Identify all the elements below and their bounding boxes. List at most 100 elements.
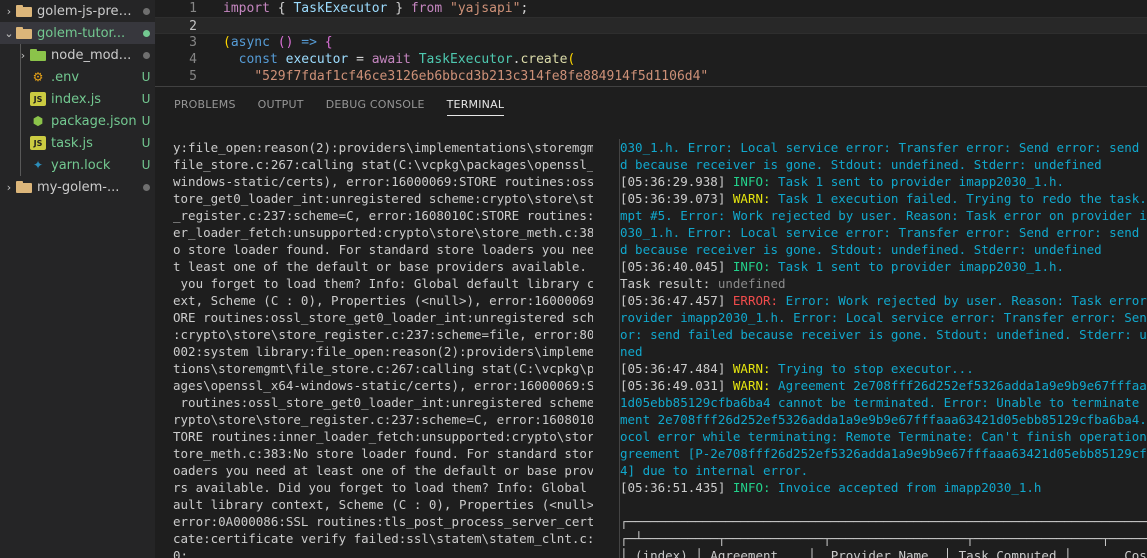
terminal-segment: Task 1 execution failed. Trying to redo … xyxy=(778,191,1147,206)
terminal-line: d because receiver is gone. Stdout: unde… xyxy=(620,156,1147,173)
terminal-line: cate:certificate verify failed:ssl\state… xyxy=(173,531,593,546)
tab-debug-console[interactable]: DEBUG CONSOLE xyxy=(326,87,425,121)
punctuation: { xyxy=(269,1,294,16)
terminal-line: :crypto\store\store_register.c:237:schem… xyxy=(173,327,593,342)
explorer-item[interactable]: ⌄ golem-tutor... xyxy=(0,22,155,44)
terminal-line: │ (index) │ Agreement │ Provider Name │ … xyxy=(620,547,1147,558)
explorer-item[interactable]: › golem-js-preview... xyxy=(0,0,155,22)
tab-problems[interactable]: PROBLEMS xyxy=(174,87,236,121)
terminal-segment: WARN: xyxy=(732,191,779,206)
keyword-await: await xyxy=(371,52,411,67)
explorer-sidebar: › golem-js-preview... ⌄ golem-tutor... › node… xyxy=(0,0,155,558)
code-line-1[interactable]: 1 import { TaskExecutor } from "yajsapi"… xyxy=(155,0,1147,17)
explorer-item[interactable]: ✦ yarn.lock U xyxy=(0,154,155,176)
function-create: create xyxy=(520,52,568,67)
indent-guide xyxy=(20,132,21,154)
explorer-item-label: golem-tutor... xyxy=(37,25,126,41)
indent-guide xyxy=(20,88,21,110)
indent-guide xyxy=(20,66,21,88)
panel-tabs: PROBLEMS OUTPUT DEBUG CONSOLE TERMINAL xyxy=(155,87,1147,121)
yarn-icon: ✦ xyxy=(32,158,44,172)
terminal-line: you forget to load them? Info: Global de… xyxy=(173,276,593,291)
terminal-segment: [05:36:51.435] xyxy=(620,480,733,495)
terminal-line: greement [P-2e708fff26d252ef5326adda1a9e… xyxy=(620,445,1147,462)
tab-output[interactable]: OUTPUT xyxy=(258,87,304,121)
terminal-line: or: send failed because receiver is gone… xyxy=(620,326,1147,343)
punctuation: = xyxy=(348,52,372,67)
terminal-segment: ocol error while terminating: Remote Ter… xyxy=(620,429,1147,444)
terminal-segment: greement [P-2e708fff26d252ef5326adda1a9e… xyxy=(620,446,1147,461)
terminal-line: ages\openssl_x64-windows-static/certs), … xyxy=(173,378,593,393)
terminal-line: er_loader_fetch:unsupported:crypto\store… xyxy=(173,225,593,240)
terminal-segment: [05:36:47.484] xyxy=(620,361,733,376)
brace: { xyxy=(316,35,333,50)
terminal-line: _register.c:237:scheme=C, error:1608010C… xyxy=(173,208,593,223)
terminal-line: windows-static/certs), error:16000069:ST… xyxy=(173,174,593,189)
terminal-line: y:file_open:reason(2):providers\implemen… xyxy=(173,140,593,155)
line-number: 2 xyxy=(189,19,197,34)
git-status-dot xyxy=(137,4,155,19)
explorer-item[interactable]: ⚙ .env U xyxy=(0,66,155,88)
nodejs-icon: ⬢ xyxy=(32,114,44,128)
import-name: TaskExecutor xyxy=(293,1,388,16)
terminal-line: TORE routines:inner_loader_fetch:unsuppo… xyxy=(173,429,593,444)
line-number: 3 xyxy=(189,35,197,50)
explorer-item-label: node_mod... xyxy=(51,47,132,63)
git-status-badge: U xyxy=(141,136,151,150)
explorer-item-label: .env xyxy=(51,69,80,85)
terminal-segment: INFO: xyxy=(732,480,779,495)
terminal-segment: Task 1 sent to provider imapp2030_1.h. xyxy=(778,174,1065,189)
keyword-const: const xyxy=(238,52,278,67)
code-line-5[interactable]: 5 "529f7fdaf1cf46ce3126eb6bbcd3b213c314f… xyxy=(155,68,1147,85)
terminal-segment: WARN: xyxy=(732,361,779,376)
code-line-4[interactable]: 4 const executor = await TaskExecutor.cr… xyxy=(155,51,1147,68)
terminal-line: ext, Scheme (C : 0), Properties (<null>)… xyxy=(173,293,593,308)
arrow: => xyxy=(301,35,317,50)
terminal-segment: ned xyxy=(620,344,643,359)
terminal-segment: [05:36:40.045] xyxy=(620,259,733,274)
explorer-item[interactable]: ⬢ package.json U xyxy=(0,110,155,132)
gear-icon: ⚙ xyxy=(32,70,44,84)
code-line-3[interactable]: 3 (async () => { xyxy=(155,34,1147,51)
git-status-badge: U xyxy=(141,158,151,172)
chevron-right-icon: › xyxy=(6,180,12,194)
code-editor[interactable]: 1 import { TaskExecutor } from "yajsapi"… xyxy=(155,0,1147,86)
terminal-segment: Task result: xyxy=(620,276,718,291)
module-string: "yajsapi" xyxy=(450,1,521,16)
folder-icon xyxy=(16,27,32,39)
terminal-segment: Error: Work rejected by user. Reason: Ta… xyxy=(785,293,1147,308)
git-status-badge: U xyxy=(141,70,151,84)
terminal-left[interactable]: y:file_open:reason(2):providers\implemen… xyxy=(173,139,593,558)
folder-icon xyxy=(16,5,32,17)
terminal-line: ORE routines:ossl_store_get0_loader_int:… xyxy=(173,310,593,325)
paren: () xyxy=(269,35,302,50)
terminal-right[interactable]: 030_1.h. Error: Local service error: Tra… xyxy=(619,139,1147,558)
terminal-line: ┌─┴──────────┬─────────────┬────────────… xyxy=(620,530,1147,547)
explorer-item[interactable]: › node_mod... xyxy=(0,44,155,66)
chevron-right-icon: › xyxy=(6,4,12,18)
terminal-line: 030_1.h. Error: Local service error: Tra… xyxy=(620,224,1147,241)
terminal-line: Task result: undefined xyxy=(620,275,1147,292)
terminal-line: file_store.c:267:calling stat(C:\vcpkg\p… xyxy=(173,157,593,172)
terminal-segment: Agreement 2e708fff26d252ef5326adda1a9e9b… xyxy=(778,378,1147,393)
explorer-item[interactable]: › my-golem-... xyxy=(0,176,155,198)
terminal-segment: [05:36:29.938] xyxy=(620,174,733,189)
terminal-line: rovider imapp2030_1.h. Error: Local serv… xyxy=(620,309,1147,326)
explorer-item-label: task.js xyxy=(51,135,93,151)
explorer-item[interactable]: JS index.js U xyxy=(0,88,155,110)
line-number: 5 xyxy=(189,69,197,84)
js-file-icon: JS xyxy=(30,92,46,106)
terminal-line: 0: xyxy=(173,548,189,558)
terminal-segment: mpt #5. Error: Work rejected by user. Re… xyxy=(620,208,1147,223)
terminal-line: tore_meth.c:383:No store loader found. F… xyxy=(173,446,593,461)
terminal-line: rypto\store\store_register.c:237:scheme=… xyxy=(173,412,593,427)
explorer-item-label: my-golem-... xyxy=(37,179,120,195)
punctuation: } xyxy=(387,1,411,16)
tab-terminal[interactable]: TERMINAL xyxy=(446,87,505,121)
code-line-2[interactable]: 2 xyxy=(155,17,1147,34)
line-number: 4 xyxy=(189,52,197,67)
terminal-line: 030_1.h. Error: Local service error: Tra… xyxy=(620,139,1147,156)
paren: ( xyxy=(567,52,576,67)
explorer-item[interactable]: JS task.js U xyxy=(0,132,155,154)
terminal-line: ocol error while terminating: Remote Ter… xyxy=(620,428,1147,445)
